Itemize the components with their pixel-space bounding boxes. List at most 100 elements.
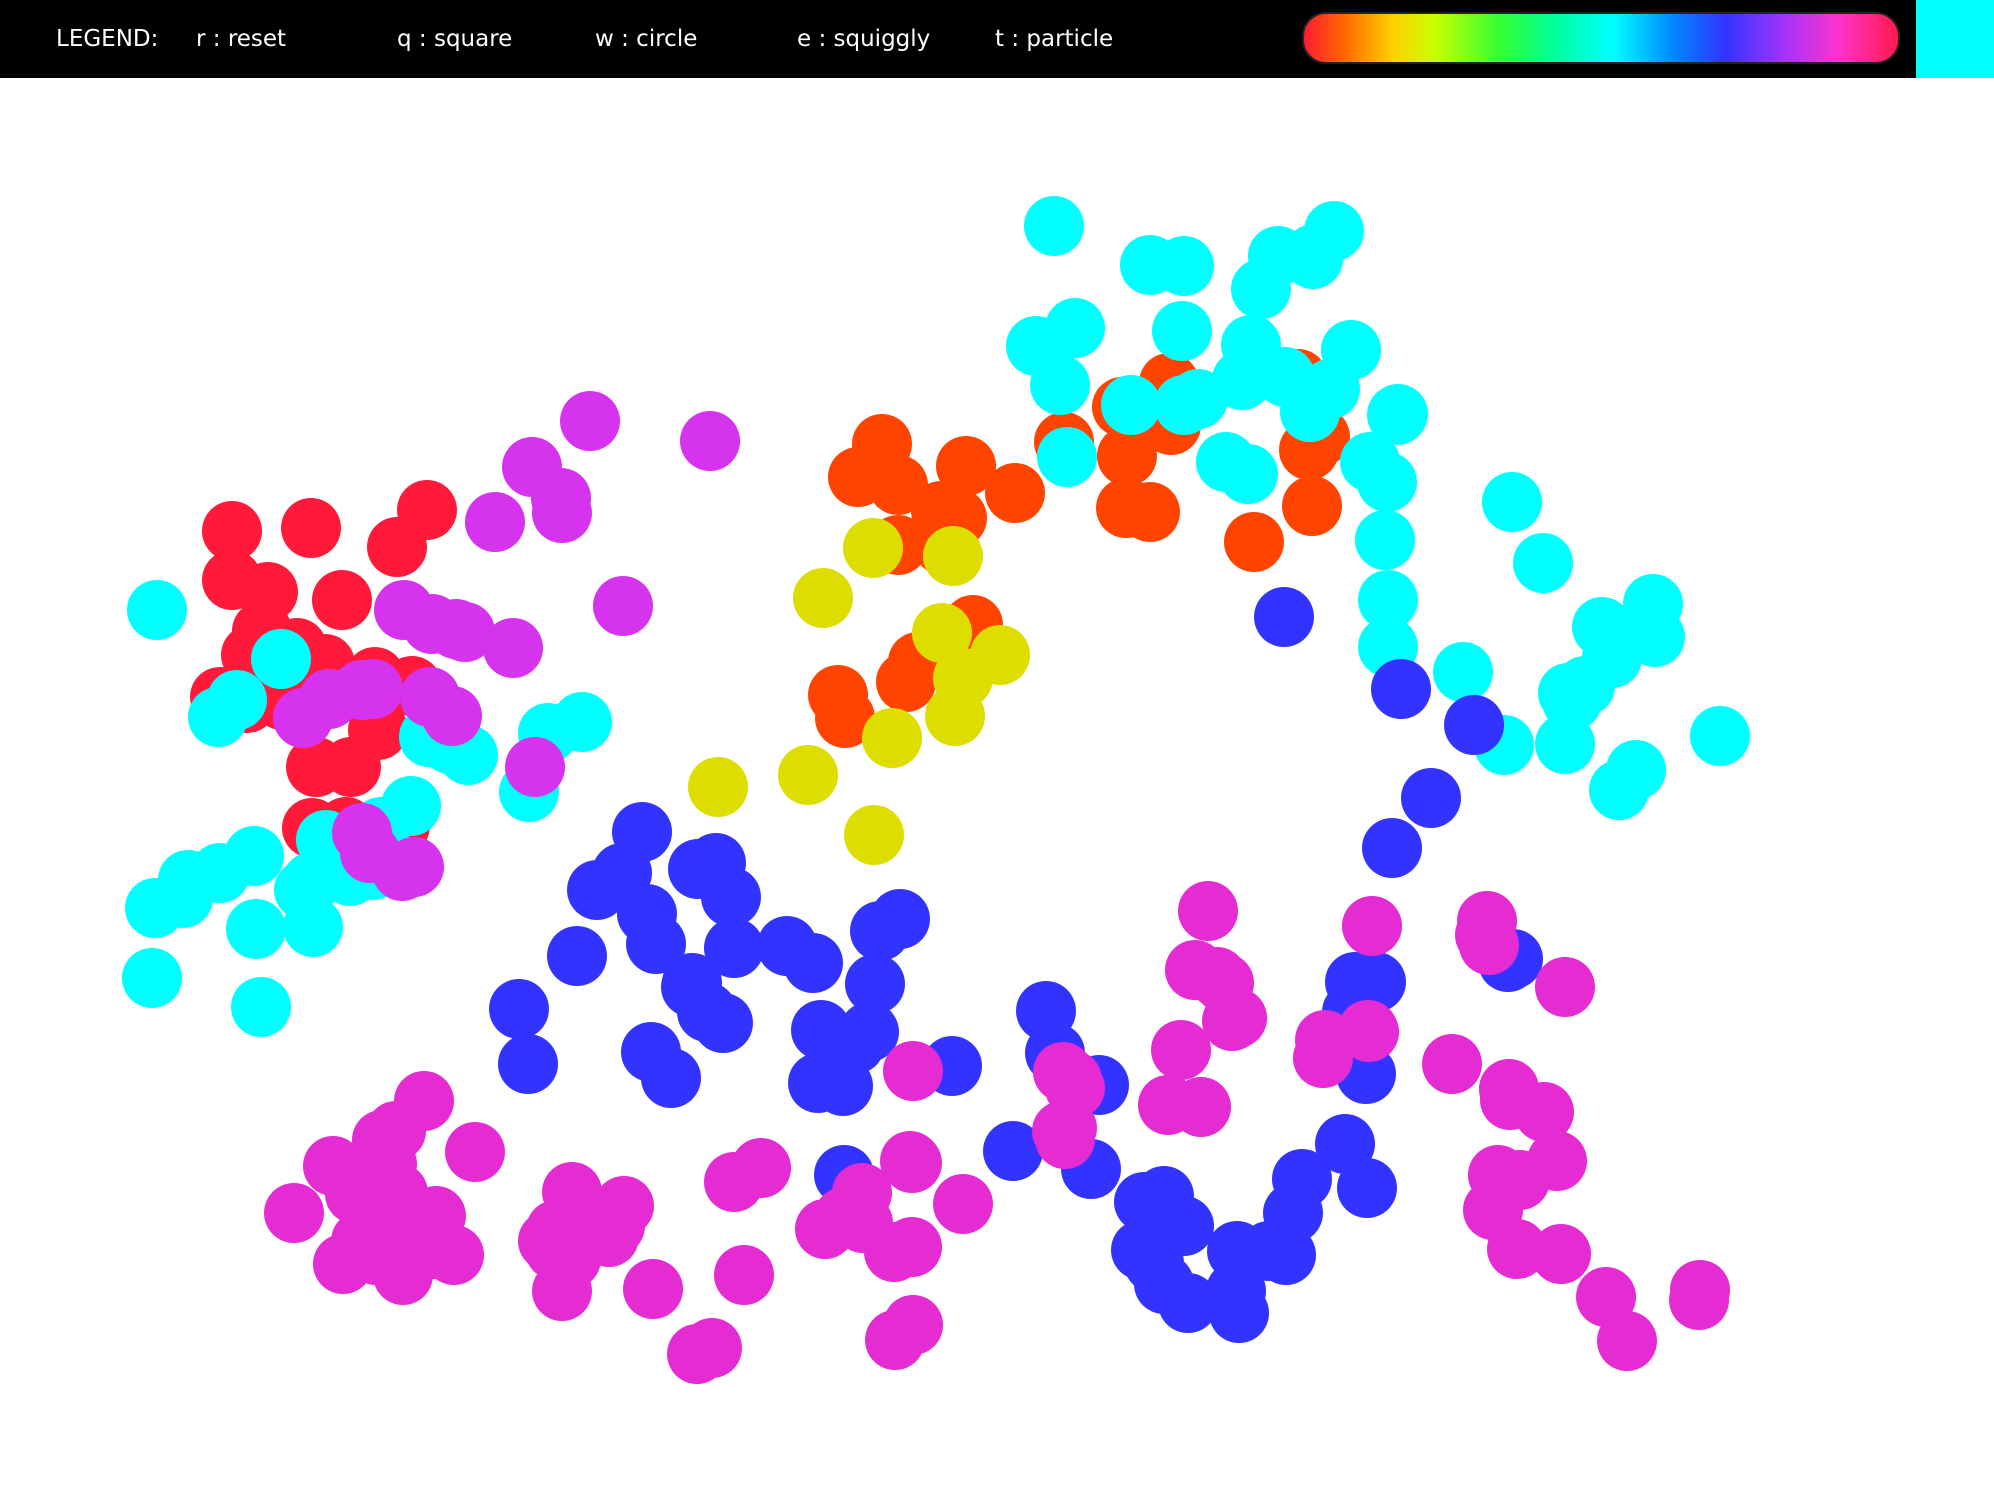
drawn-circle-cyan xyxy=(1690,706,1750,766)
drawn-circle-cyan xyxy=(1357,452,1417,512)
drawn-circle-magenta xyxy=(1342,896,1402,956)
drawn-circle-magenta xyxy=(865,1310,925,1370)
drawn-circle-magenta xyxy=(731,1138,791,1198)
drawn-circle-cyan xyxy=(1513,533,1573,593)
drawn-circle-cyan xyxy=(1280,382,1340,442)
drawn-circle-magenta xyxy=(1455,905,1515,965)
drawn-circle-purple xyxy=(560,391,620,451)
drawn-circle-magenta xyxy=(795,1199,855,1259)
drawn-circle-purple xyxy=(505,737,565,797)
current-color-swatch xyxy=(1916,0,1994,78)
drawn-circle-magenta xyxy=(1422,1034,1482,1094)
drawn-circle-cyan xyxy=(1037,427,1097,487)
drawn-circle-blue xyxy=(641,1048,701,1108)
drawn-circle-blue xyxy=(693,993,753,1053)
drawn-circle-blue xyxy=(1401,768,1461,828)
drawn-circle-cyan xyxy=(1433,642,1493,702)
drawn-circle-yellow xyxy=(778,745,838,805)
drawn-circle-orange xyxy=(985,463,1045,523)
drawn-circle-magenta xyxy=(1293,1028,1353,1088)
drawn-circle-blue xyxy=(1444,695,1504,755)
drawn-circle-yellow xyxy=(844,805,904,865)
drawn-circle-cyan xyxy=(1154,375,1214,435)
drawn-circle-blue xyxy=(489,979,549,1039)
drawn-circle-magenta xyxy=(623,1259,683,1319)
drawn-circle-magenta xyxy=(883,1041,943,1101)
drawn-circle-magenta xyxy=(1207,988,1267,1048)
drawn-circle-magenta xyxy=(933,1174,993,1234)
drawn-circle-cyan xyxy=(1355,510,1415,570)
drawn-circle-purple xyxy=(340,823,400,883)
drawn-circle-purple xyxy=(483,618,543,678)
drawn-circle-orange xyxy=(1097,426,1157,486)
drawn-circle-blue xyxy=(783,933,843,993)
drawn-circle-blue xyxy=(1371,659,1431,719)
drawn-circle-orange xyxy=(1224,512,1284,572)
drawn-circle-magenta xyxy=(1463,1180,1523,1240)
drawn-circle-cyan xyxy=(226,899,286,959)
drawn-circle-blue xyxy=(1209,1283,1269,1343)
drawn-circle-purple xyxy=(332,660,392,720)
drawn-circle-magenta xyxy=(1527,1131,1587,1191)
drawn-circle-magenta xyxy=(1669,1270,1729,1330)
drawn-circle-magenta xyxy=(424,1225,484,1285)
drawn-circle-yellow xyxy=(793,568,853,628)
drawn-circle-cyan xyxy=(1606,740,1666,800)
drawn-circle-red xyxy=(367,517,427,577)
drawn-circle-cyan xyxy=(283,897,343,957)
drawn-circle-blue xyxy=(1254,587,1314,647)
drawn-circle-cyan xyxy=(231,977,291,1037)
drawn-circle-yellow xyxy=(688,757,748,817)
drawn-circle-red xyxy=(281,498,341,558)
drawn-circle-cyan xyxy=(1101,375,1161,435)
drawn-circle-cyan xyxy=(1582,628,1642,688)
drawn-circle-magenta xyxy=(1178,881,1238,941)
color-picker-gradient[interactable] xyxy=(1302,12,1900,64)
drawn-circle-cyan xyxy=(1482,472,1542,532)
drawn-circle-magenta xyxy=(532,1261,592,1321)
drawn-circle-purple xyxy=(422,686,482,746)
drawn-circle-purple xyxy=(680,411,740,471)
drawn-circle-blue xyxy=(1362,818,1422,878)
drawn-circle-yellow xyxy=(925,686,985,746)
legend-item-square: q : square xyxy=(397,26,513,52)
drawn-circle-blue xyxy=(498,1034,558,1094)
drawn-circle-cyan xyxy=(251,629,311,689)
drawn-circle-magenta xyxy=(1535,957,1595,1017)
drawn-circle-cyan xyxy=(1024,196,1084,256)
drawn-circle-blue xyxy=(547,926,607,986)
drawn-circle-blue xyxy=(1337,1158,1397,1218)
drawn-circle-magenta xyxy=(264,1183,324,1243)
drawn-circle-cyan xyxy=(1030,355,1090,415)
drawing-canvas[interactable] xyxy=(0,78,1994,1492)
drawn-circle-purple xyxy=(426,599,486,659)
drawn-circle-yellow xyxy=(923,526,983,586)
drawn-circle-cyan xyxy=(122,948,182,1008)
drawn-circle-purple xyxy=(465,492,525,552)
drawn-circle-cyan xyxy=(188,687,248,747)
drawn-circle-magenta xyxy=(880,1131,940,1191)
drawn-circle-magenta xyxy=(1171,1077,1231,1137)
drawn-circle-magenta xyxy=(714,1245,774,1305)
drawn-circle-cyan xyxy=(1152,301,1212,361)
drawn-circle-red xyxy=(312,570,372,630)
drawn-circle-purple xyxy=(273,688,333,748)
drawn-circle-cyan xyxy=(1535,714,1595,774)
drawn-circle-blue xyxy=(870,889,930,949)
drawn-circle-magenta xyxy=(1597,1311,1657,1371)
legend-bar: LEGEND: r : reset q : square w : circle … xyxy=(0,0,1916,78)
drawn-circle-cyan xyxy=(153,868,213,928)
drawn-circle-orange xyxy=(1282,476,1342,536)
drawn-circle-cyan xyxy=(1304,201,1364,261)
drawn-circle-orange xyxy=(876,652,936,712)
drawn-circle-yellow xyxy=(862,708,922,768)
drawn-circle-cyan xyxy=(127,580,187,640)
legend-item-squiggly: e : squiggly xyxy=(797,26,931,52)
drawn-circle-purple xyxy=(593,576,653,636)
drawn-circle-magenta xyxy=(1151,1020,1211,1080)
drawn-circle-magenta xyxy=(882,1217,942,1277)
legend-title: LEGEND: xyxy=(56,26,159,52)
drawn-circle-purple xyxy=(532,483,592,543)
drawn-circle-yellow xyxy=(843,518,903,578)
drawn-circle-cyan xyxy=(1368,384,1428,444)
